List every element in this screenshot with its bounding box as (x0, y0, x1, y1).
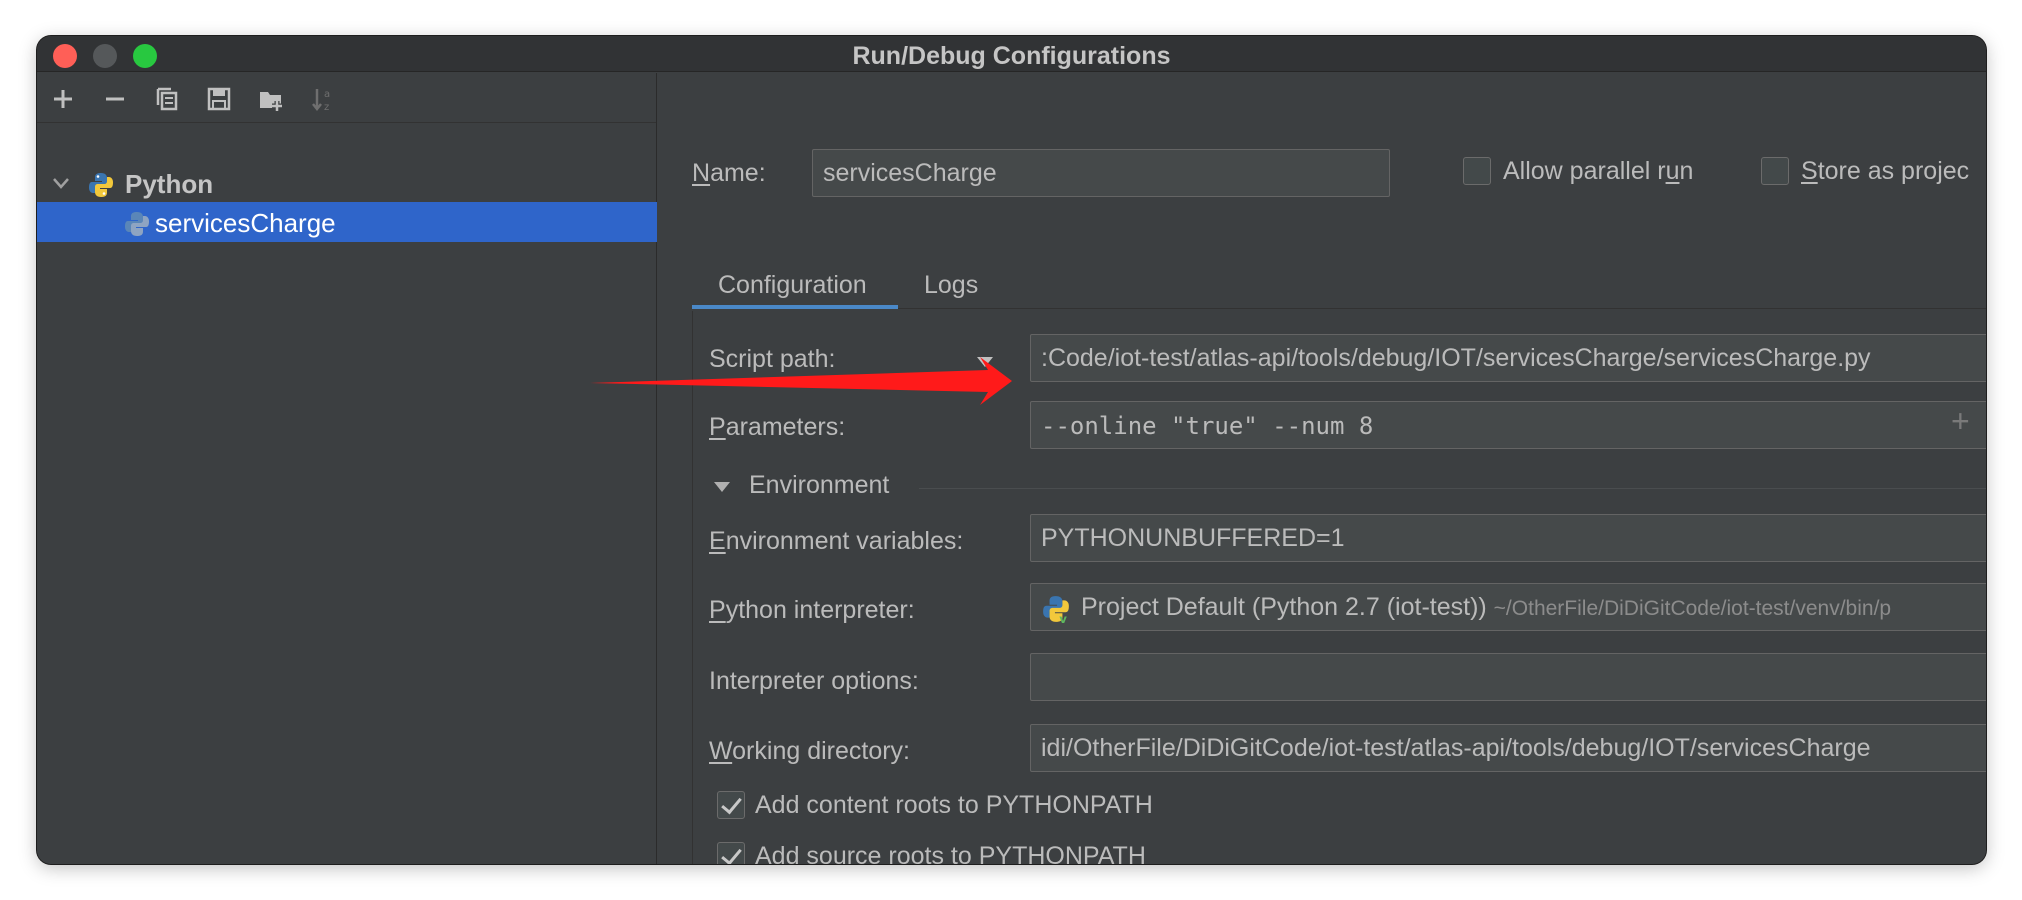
store-as-project-file-label: Store as projec (1801, 157, 1970, 185)
python-icon (89, 173, 113, 197)
name-label: Name: (692, 159, 766, 187)
parameters-label: Parameters: (709, 413, 846, 441)
python-interpreter-select[interactable]: v Project Default (Python 2.7 (iot-test)… (1030, 583, 1986, 631)
save-icon[interactable] (201, 81, 237, 117)
interpreter-name: Project Default (Python 2.7 (iot-test)) (1081, 593, 1487, 621)
python-venv-icon: v (1043, 596, 1069, 624)
title-bar: Run/Debug Configurations (37, 36, 1986, 72)
add-source-roots-label: Add source roots to PYTHONPATH (755, 842, 1146, 864)
run-debug-dialog: Run/Debug Configurations az Python servi… (37, 36, 1986, 864)
interpreter-options-field[interactable] (1030, 653, 1986, 701)
chevron-down-icon[interactable] (51, 173, 71, 193)
active-tab-indicator (692, 305, 898, 309)
tab-configuration[interactable]: Configuration (718, 271, 867, 300)
script-path-label: Script path: (709, 345, 836, 373)
allow-parallel-run-label: Allow parallel run (1503, 157, 1694, 185)
interpreter-options-label: Interpreter options: (709, 667, 919, 695)
allow-parallel-run-checkbox[interactable] (1463, 157, 1491, 185)
add-content-roots-checkbox[interactable] (717, 791, 745, 819)
interpreter-path: ~/OtherFile/DiDiGitCode/iot-test/venv/bi… (1493, 597, 1892, 620)
env-vars-label: Environment variables: (709, 527, 964, 555)
add-content-roots-label: Add content roots to PYTHONPATH (755, 791, 1153, 819)
environment-section-title[interactable]: Environment (749, 471, 889, 500)
remove-icon[interactable] (97, 81, 133, 117)
svg-text:z: z (324, 102, 329, 113)
new-folder-icon[interactable] (253, 81, 289, 117)
add-icon[interactable] (45, 81, 81, 117)
config-tabs: Configuration Logs (692, 263, 1986, 309)
name-field[interactable]: servicesCharge (812, 149, 1390, 197)
configurations-tree-panel: az Python servicesCharge (37, 73, 657, 864)
working-directory-field[interactable]: idi/OtherFile/DiDiGitCode/iot-test/atlas… (1030, 724, 1986, 772)
tree-group-label: Python (125, 169, 214, 199)
configuration-panel: Script path: :Code/iot-test/atlas-api/to… (692, 311, 1986, 864)
tab-logs[interactable]: Logs (924, 271, 978, 300)
section-divider (919, 488, 1986, 489)
script-type-dropdown-icon[interactable] (975, 355, 995, 369)
tree-item-label: servicesCharge (155, 208, 336, 238)
python-interpreter-label: Python interpreter: (709, 596, 915, 624)
svg-text:a: a (324, 89, 330, 100)
script-path-field[interactable]: :Code/iot-test/atlas-api/tools/debug/IOT… (1030, 334, 1986, 382)
add-source-roots-checkbox[interactable] (717, 842, 745, 864)
environment-collapse-icon[interactable] (713, 480, 731, 494)
store-as-project-file-checkbox[interactable] (1761, 157, 1789, 185)
working-directory-label: Working directory: (709, 737, 911, 765)
expand-parameters-icon[interactable]: + (1951, 403, 1970, 440)
parameters-field[interactable]: --online "true" --num 8 (1030, 401, 1986, 449)
env-vars-field[interactable]: PYTHONUNBUFFERED=1 (1030, 514, 1986, 562)
python-run-config-icon (125, 212, 149, 236)
tree-item-servicescharge[interactable]: servicesCharge (37, 202, 657, 242)
configuration-editor: Name: servicesCharge Allow parallel run … (658, 73, 1986, 864)
tree-group-python[interactable]: Python (37, 163, 657, 203)
copy-icon[interactable] (149, 81, 185, 117)
window-title: Run/Debug Configurations (852, 42, 1171, 70)
tree-toolbar: az (37, 73, 656, 123)
sort-icon[interactable]: az (305, 81, 341, 117)
svg-text:v: v (1059, 612, 1067, 624)
